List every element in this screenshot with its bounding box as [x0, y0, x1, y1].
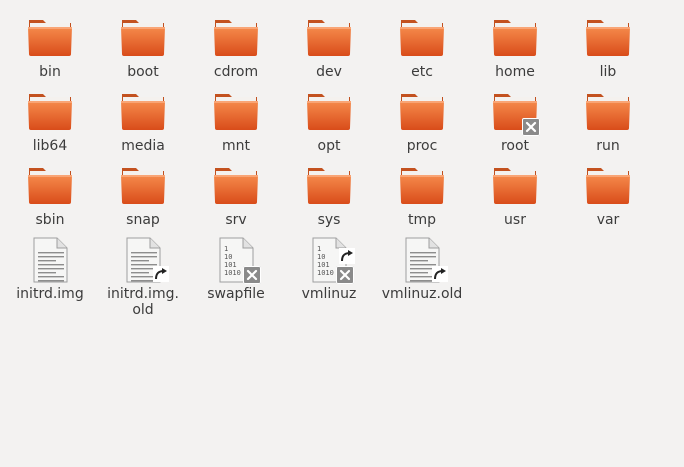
- folder-icon: [212, 88, 260, 136]
- locked-emblem-icon: [243, 266, 261, 284]
- folder-icon: [398, 14, 446, 62]
- svg-text:10: 10: [224, 253, 232, 261]
- file-name-label: vmlinuz.old: [381, 286, 463, 302]
- svg-text:1: 1: [317, 245, 321, 253]
- file-item-home[interactable]: home: [469, 4, 561, 80]
- svg-text:10: 10: [317, 253, 325, 261]
- file-item-lib64[interactable]: lib64: [4, 78, 96, 154]
- file-item-dev[interactable]: dev: [283, 4, 375, 80]
- text-file-icon: [119, 236, 169, 284]
- file-item-opt[interactable]: opt: [283, 78, 375, 154]
- svg-text:1: 1: [224, 245, 228, 253]
- folder-icon: [212, 162, 260, 210]
- file-item-etc[interactable]: etc: [376, 4, 468, 80]
- file-item-root[interactable]: root: [469, 78, 561, 154]
- file-item-initrd-img[interactable]: initrd.img: [4, 226, 96, 302]
- text-file-icon: [26, 236, 74, 284]
- folder-icon: [305, 14, 353, 62]
- locked-emblem-icon: [522, 118, 540, 136]
- folder-icon: [584, 162, 632, 210]
- locked-emblem-icon: [336, 266, 354, 284]
- svg-text:101: 101: [317, 261, 330, 269]
- folder-icon: [491, 88, 540, 136]
- folder-icon: [212, 14, 260, 62]
- folder-icon: [305, 162, 353, 210]
- binary-file-icon: 1 10 101 1010: [212, 236, 261, 284]
- file-grid: bin boot cdrom dev etc home lib lib64 me…: [0, 0, 684, 467]
- symlink-emblem-icon: [432, 266, 448, 282]
- file-item-lib[interactable]: lib: [562, 4, 654, 80]
- folder-icon: [119, 88, 167, 136]
- folder-icon: [491, 162, 539, 210]
- file-item-usr[interactable]: usr: [469, 152, 561, 228]
- folder-icon: [305, 88, 353, 136]
- binary-file-icon: 1 10 101 1010: [305, 236, 355, 284]
- file-item-srv[interactable]: srv: [190, 152, 282, 228]
- file-name-label: var: [596, 212, 620, 228]
- file-item-vmlinuz[interactable]: 1 10 101 1010 vmlinuz: [283, 226, 375, 302]
- folder-icon: [26, 162, 74, 210]
- file-name-label: vmlinuz: [301, 286, 357, 302]
- folder-icon: [26, 14, 74, 62]
- file-item-media[interactable]: media: [97, 78, 189, 154]
- folder-icon: [26, 88, 74, 136]
- svg-text:1010: 1010: [224, 269, 241, 277]
- file-item-mnt[interactable]: mnt: [190, 78, 282, 154]
- symlink-emblem-icon: [339, 248, 355, 264]
- file-item-var[interactable]: var: [562, 152, 654, 228]
- file-item-sys[interactable]: sys: [283, 152, 375, 228]
- folder-icon: [119, 162, 167, 210]
- svg-text:101: 101: [224, 261, 237, 269]
- folder-icon: [584, 14, 632, 62]
- file-name-label: initrd.img: [16, 286, 84, 302]
- file-name-label: usr: [504, 212, 526, 228]
- folder-icon: [398, 88, 446, 136]
- file-item-tmp[interactable]: tmp: [376, 152, 468, 228]
- file-item-bin[interactable]: bin: [4, 4, 96, 80]
- folder-icon: [119, 14, 167, 62]
- file-item-snap[interactable]: snap: [97, 152, 189, 228]
- text-file-icon: [398, 236, 448, 284]
- file-item-vmlinuz-old[interactable]: vmlinuz.old: [376, 226, 468, 302]
- folder-icon: [584, 88, 632, 136]
- file-item-sbin[interactable]: sbin: [4, 152, 96, 228]
- file-item-initrd-img-old[interactable]: initrd.img. old: [97, 226, 189, 318]
- file-name-label: swapfile: [207, 286, 265, 302]
- file-item-swapfile[interactable]: 1 10 101 1010 swapfile: [190, 226, 282, 302]
- folder-icon: [398, 162, 446, 210]
- file-item-run[interactable]: run: [562, 78, 654, 154]
- file-item-proc[interactable]: proc: [376, 78, 468, 154]
- folder-icon: [491, 14, 539, 62]
- file-item-boot[interactable]: boot: [97, 4, 189, 80]
- symlink-emblem-icon: [153, 266, 169, 282]
- svg-text:1010: 1010: [317, 269, 334, 277]
- file-name-label: initrd.img. old: [107, 286, 179, 318]
- file-item-cdrom[interactable]: cdrom: [190, 4, 282, 80]
